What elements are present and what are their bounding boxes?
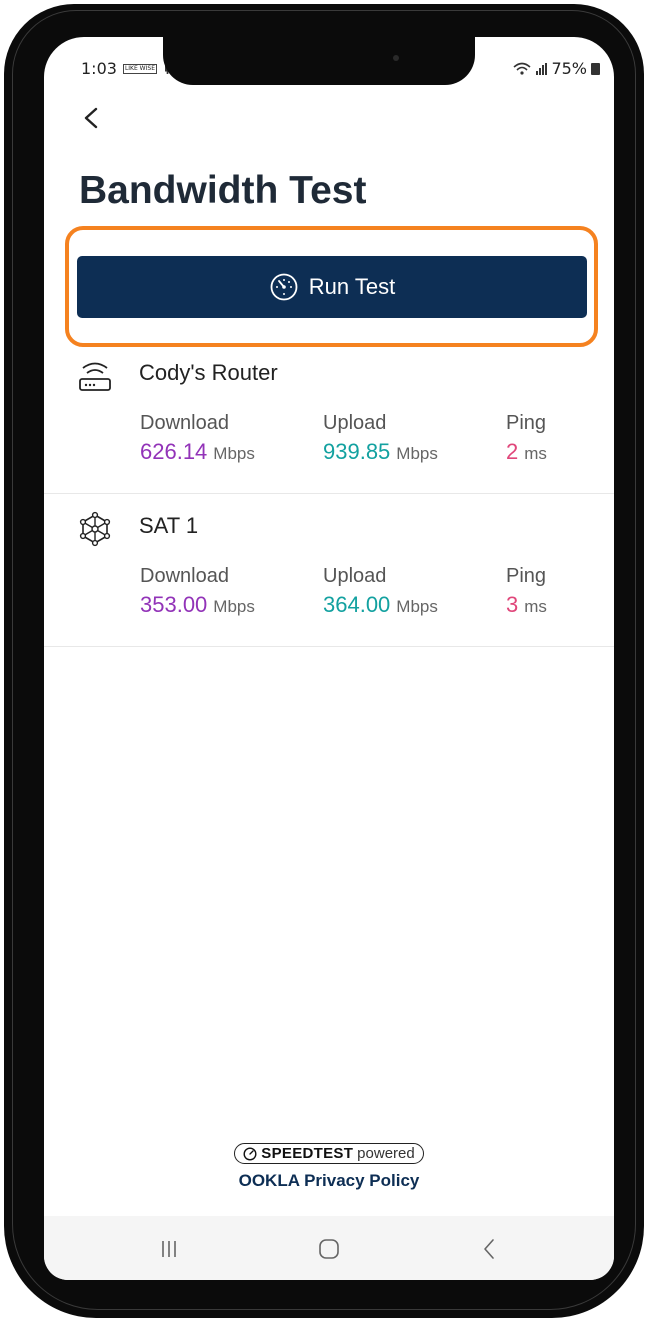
upload-unit: Mbps — [396, 597, 438, 616]
system-nav-bar — [44, 1216, 614, 1280]
upload-value: 364.00 Mbps — [323, 592, 438, 618]
device-row-router: Cody's Router Download 626.14 Mbps Upload… — [44, 342, 614, 494]
download-number: 353.00 — [140, 592, 208, 617]
ping-label: Ping — [506, 412, 547, 434]
ping-unit: ms — [524, 444, 547, 463]
download-unit: Mbps — [213, 444, 255, 463]
download-number: 626.14 — [140, 439, 208, 464]
device-row-sat1: SAT 1 Download 353.00 Mbps Upload 364.00 M… — [44, 495, 614, 647]
speedtest-suffix: powered — [357, 1145, 415, 1162]
upload-number: 939.85 — [323, 439, 391, 464]
carrier-badge: LIKE WISE — [122, 63, 157, 74]
download-metric: Download 353.00 Mbps — [140, 565, 255, 618]
download-value: 353.00 Mbps — [140, 592, 255, 618]
status-time: 1:03 — [81, 59, 117, 78]
recent-apps-icon[interactable] — [149, 1234, 189, 1264]
upload-number: 364.00 — [323, 592, 391, 617]
upload-metric: Upload 939.85 Mbps — [323, 412, 438, 465]
ping-number: 2 — [506, 439, 519, 464]
device-name: SAT 1 — [139, 513, 199, 538]
back-icon[interactable] — [469, 1234, 509, 1264]
speedometer-icon — [270, 273, 298, 301]
camera-notch — [163, 37, 475, 85]
wifi-icon — [513, 62, 531, 75]
upload-value: 939.85 Mbps — [323, 439, 438, 465]
ping-label: Ping — [506, 565, 547, 587]
ping-number: 3 — [506, 592, 519, 617]
upload-metric: Upload 364.00 Mbps — [323, 565, 438, 618]
footer: SPEEDTEST powered OOKLA Privacy Policy — [44, 1143, 614, 1191]
mesh-network-icon — [79, 511, 111, 547]
front-camera — [393, 55, 399, 61]
speedtest-badge: SPEEDTEST powered — [234, 1143, 424, 1164]
page-title: Bandwidth Test — [79, 169, 367, 212]
run-test-button[interactable]: Run Test — [77, 256, 587, 318]
download-unit: Mbps — [213, 597, 255, 616]
ping-metric: Ping 3 ms — [506, 565, 547, 618]
ping-value: 2 ms — [506, 439, 547, 465]
row-divider — [44, 493, 614, 494]
battery-percent: 75% — [551, 59, 587, 78]
ping-unit: ms — [524, 597, 547, 616]
signal-icon — [536, 62, 548, 75]
device-name: Cody's Router — [139, 360, 278, 385]
app-screen: 1:03 LIKE WISE 75% Bandwidth Test Run Te… — [44, 37, 614, 1280]
row-divider — [44, 646, 614, 647]
privacy-policy-link[interactable]: OOKLA Privacy Policy — [44, 1171, 614, 1191]
upload-label: Upload — [323, 565, 387, 587]
carrier-badge-text: LIKE WISE — [124, 64, 155, 72]
gauge-icon — [243, 1146, 257, 1161]
upload-unit: Mbps — [396, 444, 438, 463]
download-metric: Download 626.14 Mbps — [140, 412, 255, 465]
ping-metric: Ping 2 ms — [506, 412, 547, 465]
download-label: Download — [140, 412, 229, 434]
status-bar-right: 75% — [512, 59, 600, 78]
status-bar-left: 1:03 LIKE WISE — [81, 59, 177, 78]
router-icon — [79, 362, 111, 391]
download-label: Download — [140, 565, 229, 587]
speedtest-brand: SPEEDTEST — [261, 1145, 354, 1162]
run-test-label: Run Test — [308, 274, 396, 299]
battery-icon — [591, 62, 600, 75]
download-value: 626.14 Mbps — [140, 439, 255, 465]
ping-value: 3 ms — [506, 592, 547, 618]
upload-label: Upload — [323, 412, 387, 434]
chevron-left-icon[interactable] — [78, 101, 106, 135]
phone-screenshot: 1:03 LIKE WISE 75% Bandwidth Test Run Te… — [0, 0, 649, 1323]
home-icon[interactable] — [309, 1234, 349, 1264]
